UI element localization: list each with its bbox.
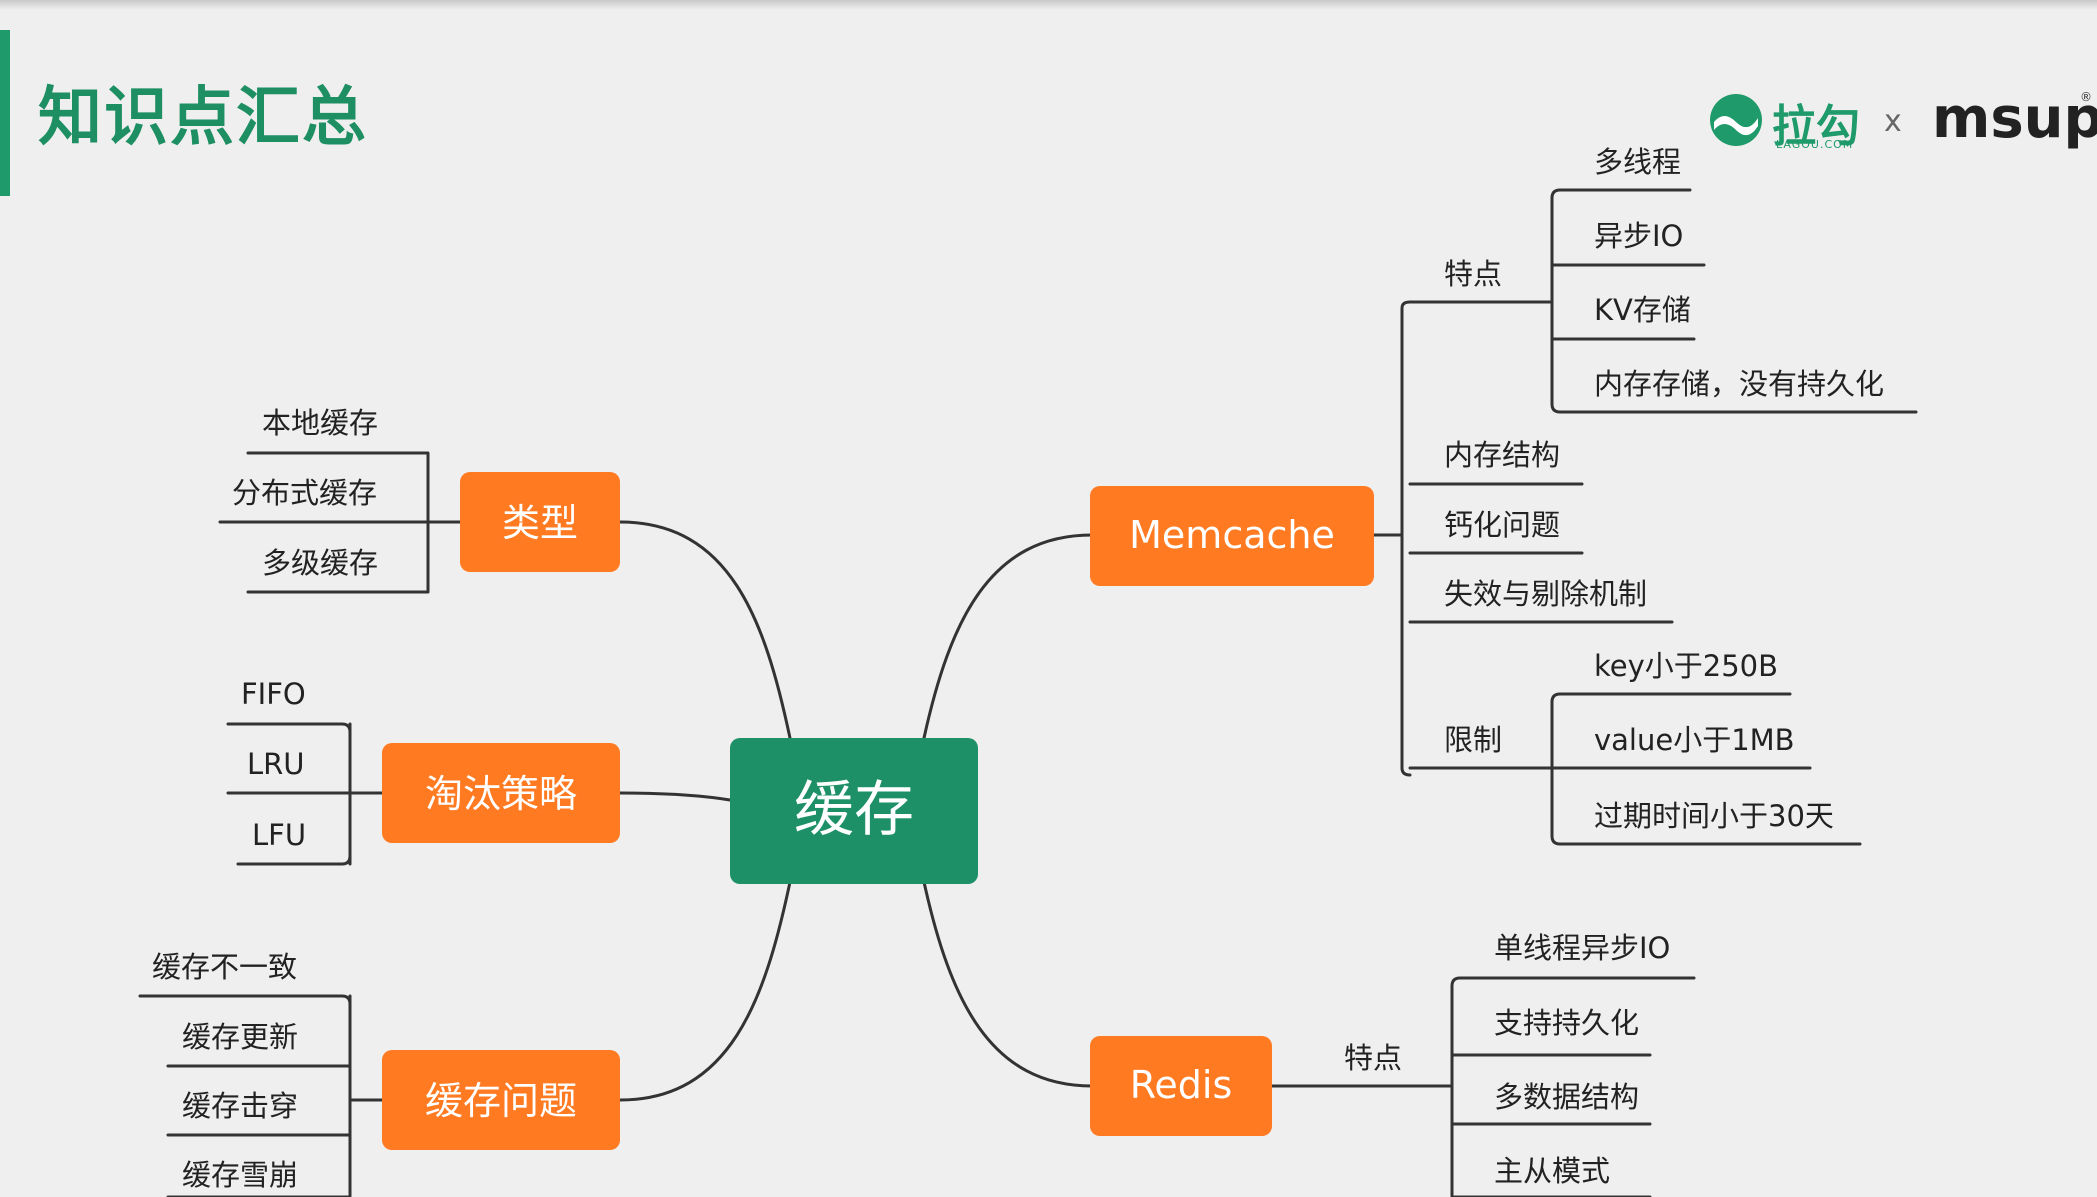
memcache-limits-label: 限制 [1444,723,1502,757]
eviction-leaf: LFU [252,818,306,852]
memcache-expiry: 失效与剔除机制 [1444,577,1647,611]
eviction-leaf: LRU [247,747,305,781]
branch-node-redis-label: Redis [1130,1063,1233,1107]
branch-node-problems-label: 缓存问题 [425,1079,577,1123]
redis-feature-leaf: 主从模式 [1494,1154,1610,1188]
connector-center-types [618,520,792,740]
problems-leaf: 缓存更新 [182,1020,298,1054]
eviction-leaf: FIFO [241,677,306,711]
memcache-feature-leaf: 多线程 [1594,145,1681,179]
problems-leaf: 缓存击穿 [182,1089,298,1123]
connector-center-memcache [922,533,1094,740]
types-leaf: 本地缓存 [262,406,378,440]
branch-node-types-label: 类型 [502,501,578,545]
memcache-limit-leaf: value小于1MB [1594,723,1795,757]
mindmap: 缓存 类型 淘汰策略 缓存问题 Memcache Redis 本地缓存 分布式缓… [138,145,1918,1197]
connector-center-eviction [618,791,732,802]
branch-node-eviction-label: 淘汰策略 [425,772,577,816]
branch-node-memcache-label: Memcache [1129,513,1335,557]
memcache-feature-leaf: 异步IO [1594,219,1683,253]
redis-feature-leaf: 支持持久化 [1494,1006,1639,1040]
memcache-features-label: 特点 [1444,257,1502,291]
problems-leaf: 缓存雪崩 [182,1158,298,1192]
redis-feature-leaf: 多数据结构 [1494,1080,1639,1114]
types-leaf: 多级缓存 [262,546,378,580]
redis-feature-leaf: 单线程异步IO [1494,931,1670,965]
types-leaf: 分布式缓存 [232,476,377,510]
connector-center-redis [922,880,1094,1088]
memcache-feature-leaf: 内存存储，没有持久化 [1594,367,1884,401]
redis-features-label: 特点 [1344,1041,1402,1075]
memcache-limit-leaf: key小于250B [1594,649,1778,683]
memcache-feature-leaf: KV存储 [1594,293,1691,327]
memcache-limit-leaf: 过期时间小于30天 [1594,799,1834,833]
memcache-memory-structure: 内存结构 [1444,438,1560,472]
center-node-label: 缓存 [794,775,914,845]
problems-leaf: 缓存不一致 [152,950,297,984]
connector-center-problems [618,880,792,1102]
memcache-calcification: 钙化问题 [1444,508,1560,542]
